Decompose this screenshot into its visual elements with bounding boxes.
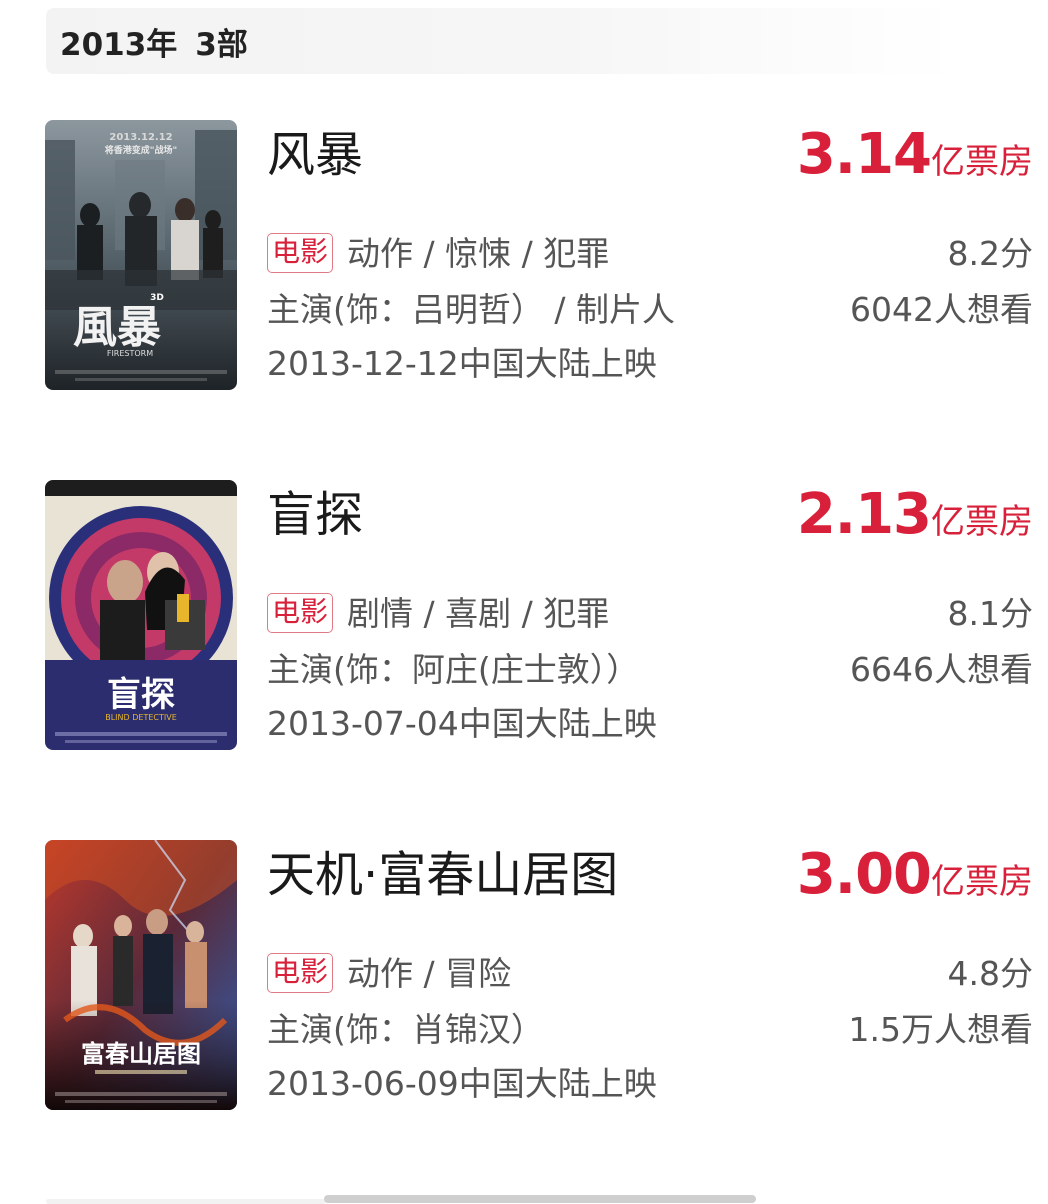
- box-office-unit: 亿票房: [931, 502, 1033, 542]
- release-date: 2013-06-09中国大陆上映: [267, 1064, 657, 1103]
- box-office-value: 3.00: [796, 842, 932, 907]
- role: 主演(饰：阿庄(庄士敦））: [267, 650, 640, 689]
- movie-info: 风暴 3.14亿票房 电影 动作 / 惊悚 / 犯罪 8.2分 主演(饰：吕明哲）…: [267, 120, 1033, 390]
- role: 主演(饰：肖锦汉）: [267, 1010, 544, 1049]
- poster-english-title: BLIND DETECTIVE: [105, 713, 177, 722]
- release-date: 2013-12-12中国大陆上映: [267, 344, 657, 383]
- role-row: 主演(饰：肖锦汉） 1.5万人想看: [267, 1008, 1033, 1052]
- movie-poster[interactable]: 盲探 BLIND DETECTIVE: [45, 480, 237, 750]
- poster-tagline: 将香港变成"战场": [105, 144, 177, 156]
- poster-image: 2013.12.12 将香港变成"战场" 風暴 3D FIRESTORM: [45, 120, 237, 390]
- release-row: 2013-06-09中国大陆上映: [267, 1062, 1033, 1106]
- rating: 4.8分: [947, 954, 1033, 993]
- genre-row: 电影 动作 / 冒险 4.8分: [267, 952, 1033, 996]
- movie-count: 3部: [195, 26, 248, 63]
- box-office-value: 3.14: [796, 122, 932, 187]
- want-to-see: 6042人想看: [850, 290, 1033, 329]
- movie-info: 盲探 2.13亿票房 电影 剧情 / 喜剧 / 犯罪 8.1分 主演(饰：阿庄(庄…: [267, 480, 1033, 750]
- poster-3d-badge: 3D: [150, 293, 164, 303]
- box-office: 3.00亿票房: [797, 844, 1033, 919]
- box-office: 3.14亿票房: [797, 124, 1033, 199]
- movie-title[interactable]: 风暴: [267, 126, 363, 184]
- type-tag: 电影: [267, 592, 334, 633]
- movie-item[interactable]: 盲探 BLIND DETECTIVE 盲探 2.13亿票房 电影 剧情 / 喜剧 …: [45, 480, 1033, 750]
- movie-title[interactable]: 天机·富春山居图: [267, 846, 618, 904]
- box-office: 2.13亿票房: [797, 484, 1033, 559]
- role: 主演(饰：吕明哲） / 制片人: [267, 290, 675, 329]
- movie-info: 天机·富春山居图 3.00亿票房 电影 动作 / 冒险 4.8分 主演(饰：肖锦汉…: [267, 840, 1033, 1110]
- bottom-divider: [46, 1199, 326, 1204]
- genre-row: 电影 动作 / 惊悚 / 犯罪 8.2分: [267, 232, 1033, 276]
- release-date: 2013-07-04中国大陆上映: [267, 704, 657, 743]
- poster-title-art: 富春山居图: [81, 1039, 201, 1068]
- movie-poster[interactable]: 2013.12.12 将香港变成"战场" 風暴 3D FIRESTORM: [45, 120, 237, 390]
- box-office-value: 2.13: [796, 482, 932, 547]
- poster-image: 富春山居图: [45, 840, 237, 1110]
- movie-title[interactable]: 盲探: [267, 486, 363, 544]
- horizontal-scrollbar[interactable]: [324, 1195, 756, 1203]
- poster-date-text: 2013.12.12: [109, 132, 172, 143]
- box-office-unit: 亿票房: [931, 142, 1033, 182]
- want-to-see: 1.5万人想看: [848, 1010, 1033, 1049]
- release-row: 2013-12-12中国大陆上映: [267, 342, 1033, 386]
- poster-english-title: FIRESTORM: [107, 349, 153, 358]
- release-row: 2013-07-04中国大陆上映: [267, 702, 1033, 746]
- movie-item[interactable]: 富春山居图 天机·富春山居图 3.00亿票房 电影 动作 / 冒险 4.8分 主演…: [45, 840, 1033, 1110]
- genres: 剧情 / 喜剧 / 犯罪: [347, 594, 610, 633]
- role-row: 主演(饰：阿庄(庄士敦）） 6646人想看: [267, 648, 1033, 692]
- rating: 8.2分: [947, 234, 1033, 273]
- rating: 8.1分: [947, 594, 1033, 633]
- movie-poster[interactable]: 富春山居图: [45, 840, 237, 1110]
- box-office-unit: 亿票房: [931, 862, 1033, 902]
- want-to-see: 6646人想看: [850, 650, 1033, 689]
- role-row: 主演(饰：吕明哲） / 制片人 6042人想看: [267, 288, 1033, 332]
- type-tag: 电影: [267, 952, 334, 993]
- genre-row: 电影 剧情 / 喜剧 / 犯罪 8.1分: [267, 592, 1033, 636]
- poster-image: 盲探 BLIND DETECTIVE: [45, 480, 237, 750]
- movie-item[interactable]: 2013.12.12 将香港变成"战场" 風暴 3D FIRESTORM 风暴 …: [45, 120, 1033, 390]
- poster-title-art: 盲探: [107, 675, 175, 715]
- poster-title-art: 風暴: [73, 302, 161, 353]
- genres: 动作 / 冒险: [347, 954, 512, 993]
- type-tag: 电影: [267, 232, 334, 273]
- year-label: 2013年: [60, 26, 178, 63]
- year-header: 2013年 3部: [46, 8, 960, 74]
- genres: 动作 / 惊悚 / 犯罪: [347, 234, 610, 273]
